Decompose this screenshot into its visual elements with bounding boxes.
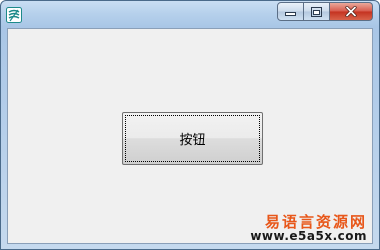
window-controls <box>277 2 373 21</box>
site-watermark: 易语言资源网 www.e5a5x.com <box>250 212 367 244</box>
watermark-url: www.e5a5x.com <box>250 229 367 244</box>
maximize-icon <box>311 2 322 21</box>
minimize-icon <box>285 2 296 21</box>
title-bar[interactable] <box>1 1 379 28</box>
maximize-button[interactable] <box>304 2 330 21</box>
application-window: 按钮 易语言资源网 www.e5a5x.com <box>0 0 380 250</box>
close-icon <box>345 2 357 21</box>
main-button-label: 按钮 <box>179 133 206 148</box>
close-button[interactable] <box>330 2 373 21</box>
app-logo-icon[interactable] <box>6 7 22 23</box>
form-client-area: 按钮 <box>7 28 373 244</box>
watermark-title: 易语言资源网 <box>264 212 367 231</box>
main-button[interactable]: 按钮 <box>122 112 263 165</box>
minimize-button[interactable] <box>277 2 304 21</box>
